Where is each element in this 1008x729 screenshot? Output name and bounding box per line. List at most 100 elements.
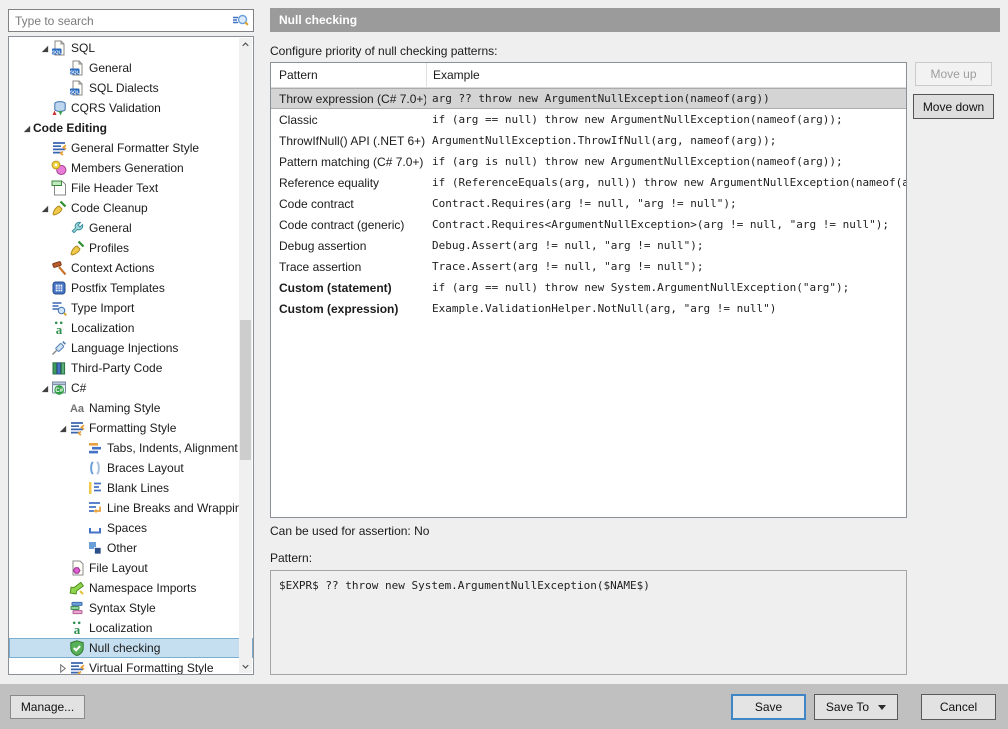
sidebar-item-braces-layout[interactable]: Braces Layout — [9, 458, 253, 478]
sidebar-item-label: Language Injections — [71, 341, 178, 355]
search-box[interactable] — [8, 9, 254, 32]
sidebar-item-file-layout[interactable]: File Layout — [9, 558, 253, 578]
sidebar-item-cqrs-validation[interactable]: CQRS Validation — [9, 98, 253, 118]
pattern-cell: Trace assertion — [271, 260, 426, 274]
sidebar-item-label: Context Actions — [71, 261, 154, 275]
sidebar-item-syntax-style[interactable]: Syntax Style — [9, 598, 253, 618]
expander-spacer — [37, 301, 51, 315]
table-row[interactable]: Classicif (arg == null) throw new Argume… — [271, 109, 906, 130]
sidebar-item-general[interactable]: General — [9, 218, 253, 238]
expander-expanded-icon[interactable] — [37, 381, 51, 395]
sidebar-item-tabs-indents-alignment[interactable]: Tabs, Indents, Alignment — [9, 438, 253, 458]
expander-expanded-icon[interactable] — [55, 421, 69, 435]
expander-expanded-icon[interactable] — [19, 121, 33, 135]
settings-tree-panel: SQLSQLSQLGeneralSQLSQL DialectsCQRS Vali… — [8, 36, 254, 675]
expander-spacer — [55, 561, 69, 575]
expander-spacer — [55, 241, 69, 255]
blank-lines-icon — [87, 480, 103, 496]
sidebar-item-profiles[interactable]: Profiles — [9, 238, 253, 258]
sidebar-item-other[interactable]: Other — [9, 538, 253, 558]
save-button[interactable]: Save — [731, 694, 806, 720]
table-row[interactable]: Reference equalityif (ReferenceEquals(ar… — [271, 172, 906, 193]
sidebar-item-code-editing[interactable]: Code Editing — [9, 118, 253, 138]
sidebar-item-language-injections[interactable]: Language Injections — [9, 338, 253, 358]
expander-spacer — [73, 441, 87, 455]
table-row[interactable]: Pattern matching (C# 7.0+)if (arg is nul… — [271, 151, 906, 172]
sidebar-item-members-generation[interactable]: Members Generation — [9, 158, 253, 178]
scrollbar-thumb[interactable] — [240, 320, 251, 460]
sidebar-item-formatting-style[interactable]: Formatting Style — [9, 418, 253, 438]
broom-icon — [69, 240, 85, 256]
assertion-status: Can be used for assertion: No — [270, 524, 429, 538]
column-header-pattern[interactable]: Pattern — [271, 63, 426, 87]
table-row[interactable]: Custom (statement)if (arg == null) throw… — [271, 277, 906, 298]
sidebar-item-code-cleanup[interactable]: Code Cleanup — [9, 198, 253, 218]
sidebar-item-type-import[interactable]: Type Import — [9, 298, 253, 318]
sidebar-item-label: Blank Lines — [107, 481, 169, 495]
table-row[interactable]: Throw expression (C# 7.0+)arg ?? throw n… — [271, 88, 906, 109]
sidebar-item-spaces[interactable]: Spaces — [9, 518, 253, 538]
table-description: Configure priority of null checking patt… — [270, 44, 497, 58]
sidebar-item-sql-dialects[interactable]: SQLSQL Dialects — [9, 78, 253, 98]
sidebar-item-label: Formatting Style — [89, 421, 176, 435]
sidebar-item-virtual-formatting-style[interactable]: Virtual Formatting Style — [9, 658, 253, 675]
table-row[interactable]: Debug assertionDebug.Assert(arg != null,… — [271, 235, 906, 256]
expander-spacer — [37, 181, 51, 195]
sidebar-item-general-formatter-style[interactable]: General Formatter Style — [9, 138, 253, 158]
manage-button[interactable]: Manage... — [10, 695, 85, 719]
expander-spacer — [37, 141, 51, 155]
sidebar-item-naming-style[interactable]: AaNaming Style — [9, 398, 253, 418]
table-row[interactable]: Custom (expression)Example.ValidationHel… — [271, 298, 906, 319]
sidebar-item-general[interactable]: SQLGeneral — [9, 58, 253, 78]
sidebar-item-postfix-templates[interactable]: Postfix Templates — [9, 278, 253, 298]
move-up-button[interactable]: Move up — [915, 62, 992, 86]
move-down-button[interactable]: Move down — [913, 94, 994, 119]
sidebar-item-c[interactable]: C#C# — [9, 378, 253, 398]
scroll-down-icon[interactable] — [239, 660, 252, 673]
sidebar-item-blank-lines[interactable]: Blank Lines — [9, 478, 253, 498]
expander-spacer — [73, 501, 87, 515]
column-header-example[interactable]: Example — [426, 63, 906, 87]
expander-spacer — [55, 81, 69, 95]
table-row[interactable]: Code contract (generic)Contract.Requires… — [271, 214, 906, 235]
expander-spacer — [37, 321, 51, 335]
expander-spacer — [37, 161, 51, 175]
save-to-button[interactable]: Save To — [814, 694, 898, 720]
table-row[interactable]: Code contractContract.Requires(arg != nu… — [271, 193, 906, 214]
sidebar-item-third-party-code[interactable]: Third-Party Code — [9, 358, 253, 378]
tree-scrollbar[interactable] — [239, 38, 252, 673]
pattern-cell: Custom (statement) — [271, 281, 426, 295]
expander-expanded-icon[interactable] — [37, 41, 51, 55]
patterns-table-header: Pattern Example — [271, 63, 906, 88]
sidebar-item-label: Type Import — [71, 301, 134, 315]
postfix-templates-icon — [51, 280, 67, 296]
sidebar-item-null-checking[interactable]: Null checking — [9, 638, 253, 658]
scroll-up-icon[interactable] — [239, 38, 252, 51]
formatter-icon — [69, 660, 85, 675]
search-input[interactable] — [9, 14, 232, 28]
expander-spacer — [55, 601, 69, 615]
sidebar-item-label: Line Breaks and Wrapping — [107, 501, 248, 515]
expander-spacer — [55, 641, 69, 655]
table-row[interactable]: ThrowIfNull() API (.NET 6+)ArgumentNullE… — [271, 130, 906, 151]
settings-tree: SQLSQLSQLGeneralSQLSQL DialectsCQRS Vali… — [9, 38, 253, 675]
sidebar-item-file-header-text[interactable]: File Header Text — [9, 178, 253, 198]
cqrs-icon — [51, 100, 67, 116]
svg-text:Aa: Aa — [70, 403, 85, 415]
sidebar-item-namespace-imports[interactable]: Namespace Imports — [9, 578, 253, 598]
hammer-icon — [51, 260, 67, 276]
sidebar-item-context-actions[interactable]: Context Actions — [9, 258, 253, 278]
sidebar-item-line-breaks-and-wrapping[interactable]: Line Breaks and Wrapping — [9, 498, 253, 518]
pattern-cell: Code contract (generic) — [271, 218, 426, 232]
footer-bar: Manage... Save Save To Cancel — [0, 684, 1008, 729]
pattern-editor[interactable]: $EXPR$ ?? throw new System.ArgumentNullE… — [270, 570, 907, 675]
expander-collapsed-icon[interactable] — [55, 661, 69, 675]
sidebar-item-label: General — [89, 221, 132, 235]
sidebar-item-sql[interactable]: SQLSQL — [9, 38, 253, 58]
sidebar-item-localization[interactable]: aLocalization — [9, 318, 253, 338]
sidebar-item-localization[interactable]: aLocalization — [9, 618, 253, 638]
cancel-button[interactable]: Cancel — [921, 694, 996, 720]
expander-expanded-icon[interactable] — [37, 201, 51, 215]
table-row[interactable]: Trace assertionTrace.Assert(arg != null,… — [271, 256, 906, 277]
expander-spacer — [37, 101, 51, 115]
